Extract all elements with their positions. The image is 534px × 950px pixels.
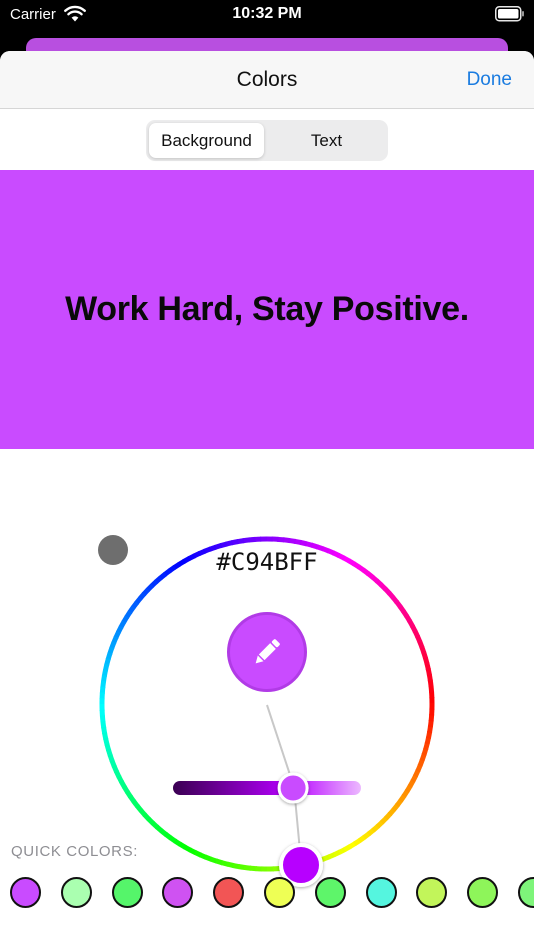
status-time: 10:32 PM (232, 5, 302, 22)
brightness-slider-handle[interactable] (277, 772, 309, 804)
color-wheel[interactable] (0, 449, 534, 950)
quick-color-swatch[interactable] (314, 877, 346, 908)
quick-color-swatch[interactable] (111, 877, 143, 908)
pencil-icon (255, 639, 280, 664)
quick-color-swatch[interactable] (60, 877, 92, 908)
segment-background[interactable]: Background (149, 123, 264, 158)
quick-color-swatch[interactable] (10, 877, 41, 908)
nav-title: Colors (236, 68, 298, 91)
color-picker: #C94BFF QUICK COLORS: (0, 449, 534, 950)
hue-ring[interactable] (99, 536, 435, 872)
preview-text: Work Hard, Stay Positive. (65, 290, 469, 328)
colors-sheet: Colors Done Background Text Work Hard, S… (0, 51, 534, 950)
navigation-bar: Colors Done (0, 51, 534, 109)
battery-icon (495, 6, 524, 22)
quick-color-swatch[interactable] (365, 877, 397, 908)
quick-color-swatch[interactable] (264, 877, 295, 908)
brightness-slider-track[interactable] (173, 781, 361, 795)
status-bar: Carrier 10:32 PM (0, 0, 534, 30)
quick-color-swatch[interactable] (467, 877, 499, 908)
color-preview: Work Hard, Stay Positive. (0, 170, 534, 449)
hex-value-label: #C94BFF (216, 548, 318, 576)
quick-colors-label: QUICK COLORS: (11, 843, 138, 860)
color-target-segmented-control: Background Text (146, 120, 388, 161)
segment-text[interactable]: Text (268, 123, 385, 158)
done-button[interactable]: Done (467, 69, 512, 91)
quick-color-swatch[interactable] (213, 877, 245, 908)
edit-color-button[interactable] (227, 612, 307, 692)
